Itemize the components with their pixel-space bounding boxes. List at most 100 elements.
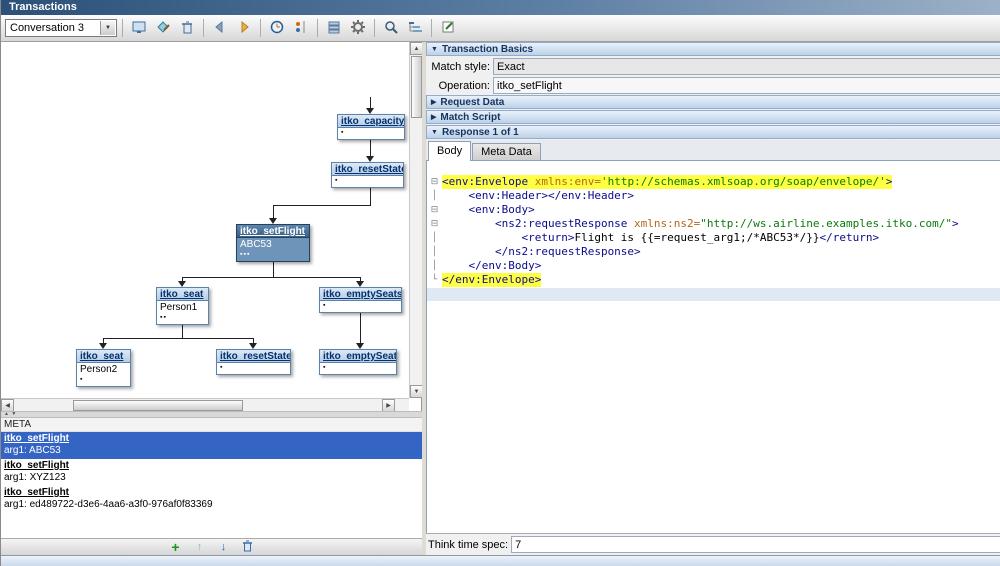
edit-transaction-button[interactable] (437, 17, 459, 39)
node-ports: ▪▪▪ (240, 251, 306, 259)
gear-icon (350, 19, 366, 38)
main-toolbar: Conversation 3 ▼ (1, 15, 1000, 42)
toolbar-separator (260, 19, 261, 37)
rename-button[interactable] (152, 17, 174, 39)
graph-node-itko-capacity[interactable]: itko_capacity ▪ (337, 114, 405, 140)
graph-node-itko-setflight-selected[interactable]: itko_setFlight ABC53 ▪▪▪ (236, 224, 310, 262)
code-line: └ </env:Envelope> (427, 273, 1000, 287)
graph-meta-splitter[interactable]: ▲ ▼ (1, 411, 422, 418)
match-style-row: Match style: (426, 57, 1000, 76)
match-style-field[interactable] (493, 58, 1000, 75)
graph-node-itko-seat-2[interactable]: itko_seat Person2 ▪ (76, 349, 131, 387)
screenshot-button[interactable] (128, 17, 150, 39)
expanded-triangle-icon: ▼ (431, 46, 438, 53)
conversation-select[interactable]: Conversation 3 ▼ (5, 19, 117, 37)
trash-icon (241, 539, 254, 555)
back-button[interactable] (209, 17, 231, 39)
fold-guide-icon: │ (427, 245, 442, 259)
splitter-collapse-down-icon[interactable]: ▼ (11, 411, 16, 417)
breakpoints-button[interactable] (290, 17, 312, 39)
operation-row: Operation: (426, 76, 1000, 95)
scroll-right-icon: ▶ (386, 402, 391, 409)
section-label: Request Data (440, 97, 504, 108)
compose-icon (440, 19, 456, 38)
tab-meta-data[interactable]: Meta Data (472, 143, 541, 160)
fold-marker-icon[interactable]: ⊟ (427, 203, 442, 217)
section-response[interactable]: ▼ Response 1 of 1 (426, 125, 1000, 139)
toolbar-separator (317, 19, 318, 37)
move-item-down-button[interactable]: ↓ (215, 540, 232, 554)
collapsed-triangle-icon: ▶ (431, 113, 436, 121)
section-label: Match Script (440, 112, 500, 123)
history-button[interactable] (266, 17, 288, 39)
node-ports: ▪ (335, 177, 400, 185)
graph-vertical-scrollbar[interactable]: ▲ ▼ (409, 42, 422, 398)
move-item-up-button[interactable]: ↑ (191, 540, 208, 554)
fold-marker-icon[interactable]: ⊟ (427, 175, 442, 189)
conversation-select-value: Conversation 3 (10, 22, 84, 34)
meta-item-name: itko_setFlight (4, 460, 419, 472)
meta-item-detail: arg1: ed489722-d3e6-4aa6-a3f0-976af0f833… (4, 499, 419, 511)
breakpoint-dots-icon (293, 19, 309, 38)
edge (182, 323, 183, 338)
section-match-script[interactable]: ▶ Match Script (426, 110, 1000, 124)
node-arg: Person2 (80, 364, 127, 376)
layers-button[interactable] (323, 17, 345, 39)
graph-node-itko-seat-1[interactable]: itko_seat Person1 ▪▪ (156, 287, 209, 325)
horizontal-scroll-thumb[interactable] (73, 400, 243, 411)
edge (370, 97, 371, 108)
think-time-field[interactable] (511, 536, 1000, 553)
code-line: ⊟ <env:Body> (427, 203, 1000, 217)
monitor-icon (131, 19, 147, 38)
code-line: │ <return>Flight is {{=request_arg1;/*AB… (427, 231, 1000, 245)
window-title-bar: Transactions (1, 0, 1000, 15)
arrow-right-icon (236, 19, 252, 38)
graph-canvas[interactable]: itko_capacity ▪ itko_resetState ▪ itko_s… (1, 42, 409, 398)
meta-list-item[interactable]: itko_setFlight arg1: ed489722-d3e6-4aa6-… (1, 486, 422, 513)
code-line: ⊟ <env:Envelope xmlns:env='http://schema… (427, 175, 1000, 189)
graph-node-itko-emptyseats-2[interactable]: itko_emptySeats ▪ (319, 349, 397, 375)
graph-horizontal-scrollbar[interactable]: ◀ ▶ (1, 398, 409, 411)
delete-button[interactable] (176, 17, 198, 39)
section-request-data[interactable]: ▶ Request Data (426, 95, 1000, 109)
response-tab-bar: Body Meta Data (426, 140, 1000, 161)
meta-list-item[interactable]: itko_setFlight arg1: XYZ123 (1, 459, 422, 486)
node-arg: ABC53 (240, 239, 306, 251)
meta-list-item-selected[interactable]: itko_setFlight arg1: ABC53 (1, 432, 422, 459)
match-style-label: Match style: (428, 61, 490, 73)
combo-dropdown-icon[interactable]: ▼ (100, 21, 115, 35)
window-title: Transactions (9, 1, 77, 13)
vertical-scroll-thumb[interactable] (411, 56, 422, 118)
response-body-editor[interactable]: ⊟ <env:Envelope xmlns:env='http://schema… (426, 161, 1000, 533)
add-item-button[interactable]: + (167, 540, 184, 554)
graph-node-itko-resetstate-2[interactable]: itko_resetState ▪ (216, 349, 291, 375)
meta-action-bar: + ↑ ↓ (1, 538, 422, 555)
graph-node-itko-resetstate[interactable]: itko_resetState ▪ (331, 162, 404, 188)
current-line-highlight (427, 288, 1000, 301)
think-time-label: Think time spec: (428, 539, 508, 551)
graph-node-itko-emptyseats-1[interactable]: itko_emptySeats ▪ (319, 287, 402, 313)
search-button[interactable] (380, 17, 402, 39)
delete-item-button[interactable] (239, 540, 256, 554)
node-ports: ▪ (323, 364, 393, 372)
edge (273, 205, 371, 206)
code-line: │ </ns2:requestResponse> (427, 245, 1000, 259)
node-title: itko_emptySeats (320, 350, 396, 363)
arrow-down-icon: ↓ (221, 541, 227, 553)
code-line: │ </env:Body> (427, 259, 1000, 273)
settings-button[interactable] (347, 17, 369, 39)
tree-view-button[interactable] (404, 17, 426, 39)
clock-icon (269, 19, 285, 38)
tab-body[interactable]: Body (428, 141, 471, 161)
section-transaction-basics[interactable]: ▼ Transaction Basics (426, 42, 1000, 56)
fold-marker-icon[interactable]: ⊟ (427, 217, 442, 231)
forward-button[interactable] (233, 17, 255, 39)
splitter-collapse-up-icon[interactable]: ▲ (4, 411, 9, 417)
edit-diamond-icon (155, 19, 171, 38)
edge (370, 138, 371, 156)
edge (273, 260, 274, 277)
operation-field[interactable] (493, 77, 1000, 94)
toolbar-separator (122, 19, 123, 37)
node-arg: Person1 (160, 302, 205, 314)
node-title: itko_resetState (332, 163, 403, 176)
